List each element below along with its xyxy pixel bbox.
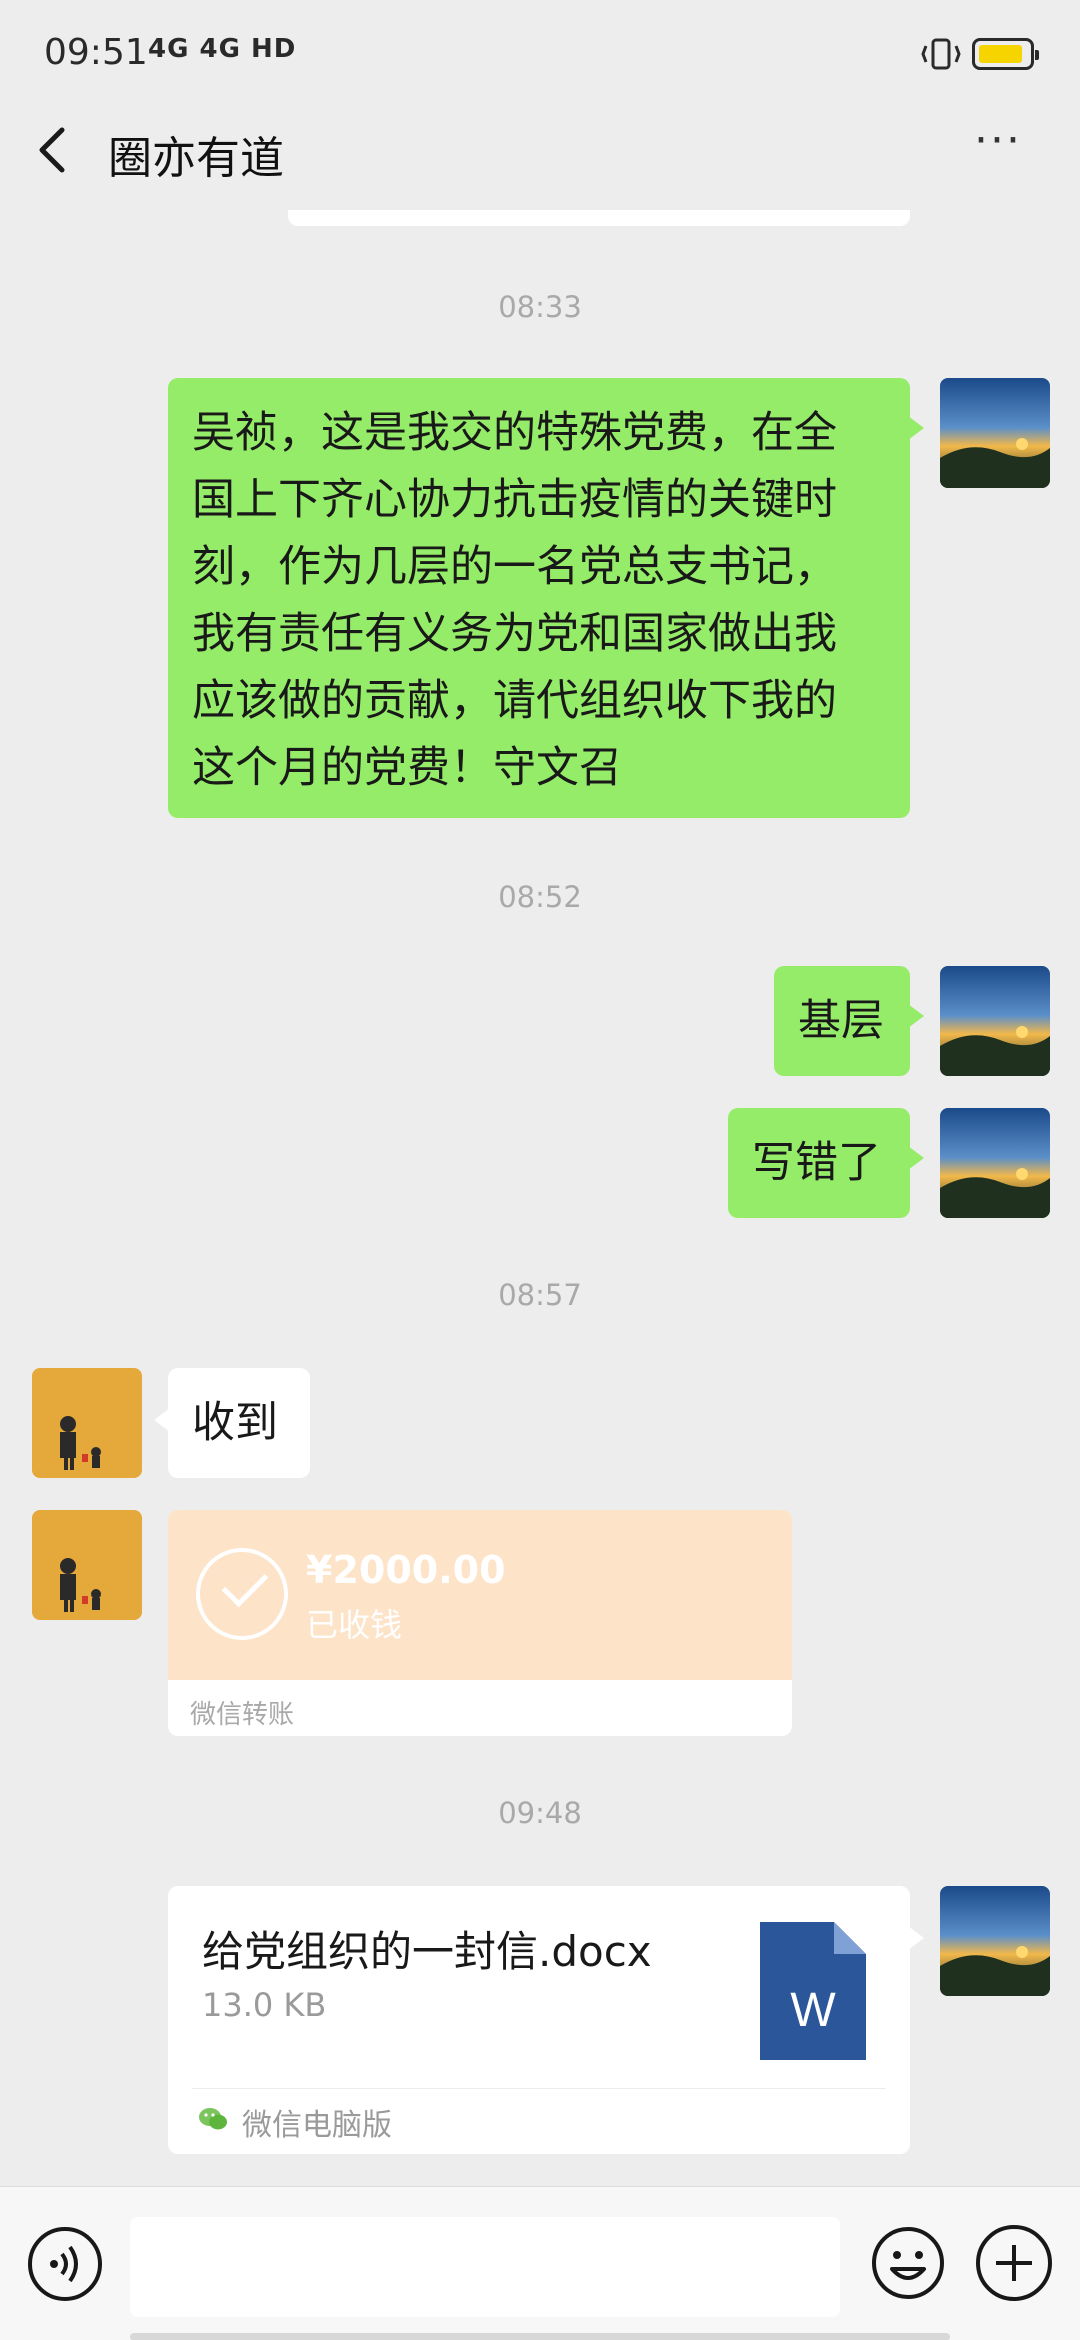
message-text: 收到 (192, 1398, 278, 1448)
landscape-avatar-image (940, 378, 1050, 488)
transfer-amount: ¥2000.00 (306, 1548, 506, 1592)
transfer-status: 已收钱 (306, 1606, 403, 1644)
message-bubble[interactable]: 收到 (154, 1368, 310, 1478)
message-text: 基层 (798, 996, 884, 1046)
chat-header: 圈亦有道 ··· (0, 108, 1080, 192)
transfer-card[interactable]: ¥2000.00 已收钱 微信转账 (168, 1510, 792, 1736)
landscape-avatar-image (940, 1886, 1050, 1996)
avatar[interactable] (32, 1368, 142, 1478)
battery-level (979, 45, 1023, 63)
avatar[interactable] (940, 966, 1050, 1076)
file-source: 微信电脑版 (242, 2108, 392, 2143)
message-line: 刻，作为几层的一名党总支书记， (192, 542, 837, 592)
message-bubble[interactable]: 写错了 (728, 1108, 924, 1218)
battery-icon (972, 38, 1039, 70)
file-message-card[interactable]: 给党组织的一封信.docx 13.0 KB W 微信电脑版 (168, 1886, 924, 2154)
emoji-icon[interactable] (870, 2225, 946, 2301)
word-document-icon: W (760, 1922, 866, 2060)
message-bubble[interactable]: 基层 (774, 966, 924, 1076)
chat-title: 圈亦有道 (108, 133, 284, 184)
avatar[interactable] (32, 1510, 142, 1620)
message-line: 这个月的党费！守文召 (192, 743, 622, 793)
message-line: 应该做的贡献，请代组织收下我的 (192, 676, 837, 726)
landscape-avatar-image (940, 1108, 1050, 1218)
more-dots-icon[interactable]: ··· (974, 119, 1034, 170)
transfer-card-body: ¥2000.00 已收钱 (168, 1510, 792, 1680)
wechat-icon (199, 2108, 227, 2130)
message-line: 我有责任有义务为党和国家做出我 (192, 609, 837, 659)
network-indicator: 4G 4G HD (148, 34, 297, 64)
landscape-avatar-image (940, 966, 1050, 1076)
message-input[interactable] (130, 2217, 840, 2317)
voice-icon[interactable] (28, 2227, 102, 2301)
message-bubble-long[interactable]: 吴祯，这是我交的特殊党费，在全 国上下齐心协力抗击疫情的关键时 刻，作为几层的一… (168, 378, 924, 818)
avatar[interactable] (940, 378, 1050, 488)
vibrate-icon (921, 38, 961, 70)
message-line: 国上下齐心协力抗击疫情的关键时 (192, 475, 837, 525)
timestamp: 09:48 (498, 1796, 582, 1830)
word-icon-letter: W (790, 1984, 836, 2037)
divider (192, 2088, 886, 2089)
check-circle-icon (196, 1548, 288, 1640)
timestamp: 08:57 (498, 1278, 582, 1312)
plus-icon[interactable] (976, 2225, 1052, 2301)
message-line: 吴祯，这是我交的特殊党费，在全 (192, 408, 837, 458)
file-name: 给党组织的一封信.docx (202, 1927, 652, 1976)
navigation-bar (130, 2333, 950, 2340)
chevron-left-icon[interactable] (30, 122, 80, 178)
status-bar: 09:51 4G 4G HD (0, 0, 1080, 108)
file-size: 13.0 KB (202, 1986, 327, 2024)
avatar[interactable] (940, 1108, 1050, 1218)
transfer-source: 微信转账 (190, 1700, 295, 1730)
check-icon (221, 1560, 269, 1608)
message-text: 写错了 (752, 1138, 881, 1188)
cartoon-avatar-image (32, 1510, 142, 1620)
cartoon-avatar-image (32, 1368, 142, 1478)
status-time: 09:51 (44, 32, 148, 73)
avatar[interactable] (940, 1886, 1050, 1996)
timestamp: 08:52 (498, 880, 582, 914)
timestamp: 08:33 (498, 290, 582, 324)
chat-input-bar (0, 2186, 1080, 2340)
previous-message-edge (288, 210, 910, 226)
